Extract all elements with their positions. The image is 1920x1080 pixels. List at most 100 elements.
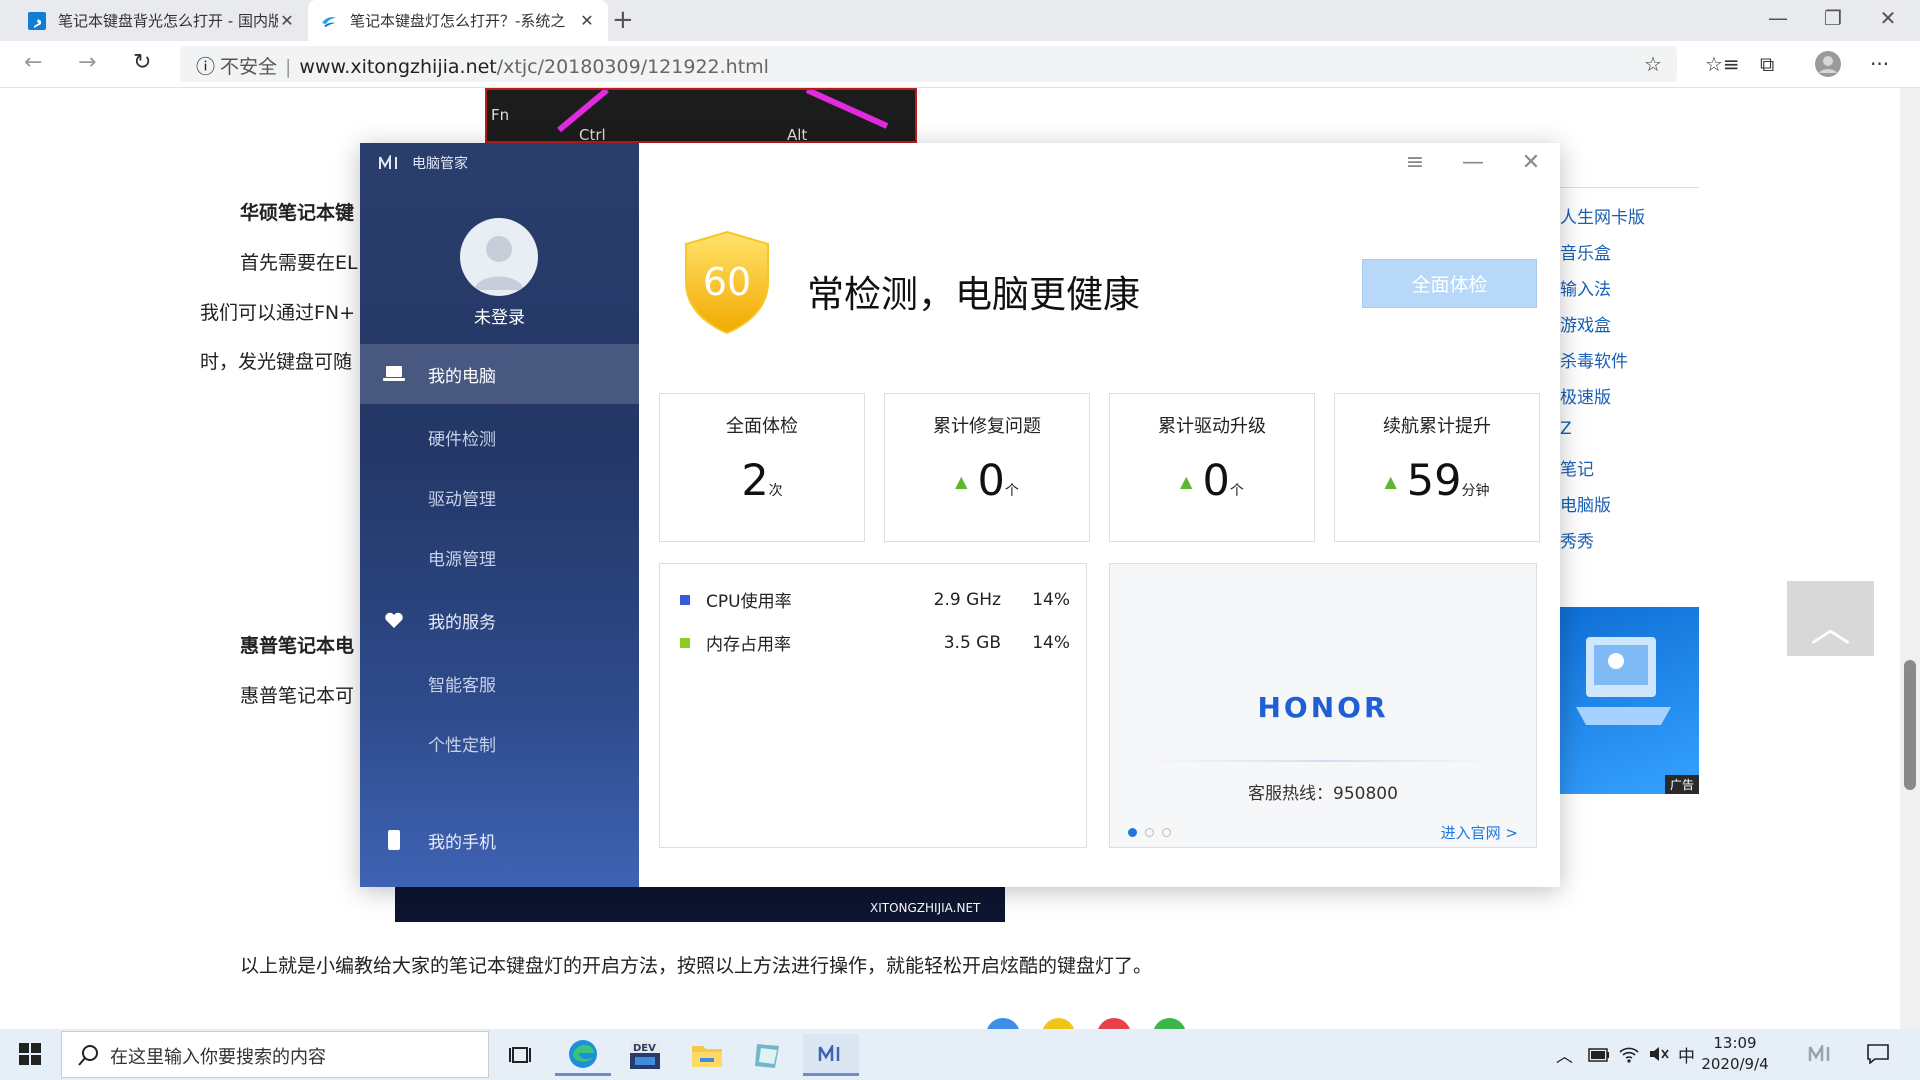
battery-icon[interactable] [1588,1048,1610,1062]
nav-my-computer[interactable]: 我的电脑 [360,344,639,404]
stat-value: 0 [1202,456,1230,506]
carousel-dot[interactable] [1162,828,1171,837]
side-link[interactable]: 音乐盒 [1560,239,1611,264]
laptop-illustration-icon [1576,637,1671,725]
nav-power-management[interactable]: 电源管理 [360,527,639,587]
url-display[interactable]: 不安全 | www.xitongzhijia.net/xtjc/20180309/1… [220,52,769,79]
profile-avatar-icon[interactable] [1814,50,1842,78]
cpu-usage-row: CPU使用率 2.9 GHz 14% [680,587,1070,612]
window-close-button[interactable]: ✕ [1870,6,1906,30]
side-link[interactable]: 秀秀 [1560,527,1594,552]
side-link[interactable]: 杀毒软件 [1560,347,1628,372]
official-site-link[interactable]: 进入官网 > [1441,822,1518,843]
honor-logo-icon [379,155,397,169]
nav-personalization[interactable]: 个性定制 [360,713,639,773]
show-hidden-icons-chevron[interactable]: ︿ [1556,1042,1573,1067]
menu-icon[interactable]: ≡ [1400,150,1430,175]
taskbar-app-explorer[interactable] [679,1034,735,1076]
nav-my-services[interactable]: 我的服务 [360,590,639,650]
refresh-button[interactable]: ↻ [133,50,151,75]
close-icon[interactable]: ✕ [1516,150,1546,175]
taskbar-app-notebook[interactable] [741,1034,797,1076]
stat-label: 续航累计提升 [1383,416,1491,437]
minimize-icon[interactable]: — [1458,150,1488,175]
favorites-list-icon[interactable]: ☆≡ [1705,52,1740,76]
carousel-dot[interactable] [1128,828,1137,837]
browser-tab-2[interactable]: 笔记本键盘灯怎么打开？-系统之 ✕ [308,0,608,41]
user-avatar[interactable] [460,218,538,296]
pc-manager-sidebar: 电脑管家 未登录 我的电脑 硬件检测 驱动管理 电源管理 我的服务 智能客服 个… [360,143,639,887]
window-minimize-button[interactable]: — [1760,6,1796,30]
article-conclusion: 以上就是小编教给大家的笔记本键盘灯的开启方法，按照以上方法进行操作，就能轻松开启… [240,955,1153,977]
close-tab-icon[interactable]: ✕ [278,11,296,30]
more-menu-icon[interactable]: ··· [1870,52,1889,76]
arrow-annotation-icon [805,90,889,129]
close-tab-icon[interactable]: ✕ [578,11,596,30]
stat-card-full-check: 全面体检 2次 [659,393,865,542]
taskbar-app-edge[interactable] [555,1034,611,1076]
taskbar-search-box[interactable]: 在这里输入你要搜索的内容 [61,1031,489,1078]
side-link[interactable]: 游戏盒 [1560,311,1611,336]
search-icon [78,1045,98,1066]
side-link[interactable]: 电脑版 [1560,491,1611,516]
info-icon[interactable]: ⓘ [196,52,215,79]
new-tab-button[interactable]: + [612,5,634,35]
full-check-button[interactable]: 全面体检 [1362,259,1537,308]
nav-hardware-check[interactable]: 硬件检测 [360,407,639,467]
notification-center-icon[interactable] [1867,1044,1889,1064]
stat-label: 累计驱动升级 [1158,416,1266,437]
user-name[interactable]: 未登录 [360,303,639,328]
window-restore-button[interactable]: ❐ [1815,6,1851,30]
favorite-star-icon[interactable]: ☆ [1644,52,1662,76]
metric-value: 2.9 GHz [933,589,1001,610]
page-scrollbar[interactable] [1900,88,1920,1029]
divider [1150,760,1498,762]
wifi-icon[interactable] [1618,1044,1640,1064]
taskbar-app-pc-manager[interactable] [803,1034,859,1076]
side-link[interactable]: Z [1560,419,1572,439]
nav-driver-management[interactable]: 驱动管理 [360,467,639,527]
article-paragraph: 惠普笔记本可 [240,685,355,707]
stat-card-repaired: 累计修复问题 ▲ 0个 [884,393,1090,542]
folder-icon [692,1046,722,1067]
task-view-button[interactable] [492,1034,548,1076]
carousel-dots [1128,828,1171,837]
stat-card-driver-upgrades: 累计驱动升级 ▲ 0个 [1109,393,1315,542]
side-link[interactable]: 极速版 [1560,383,1611,408]
back-button[interactable]: ← [24,50,42,75]
ad-banner[interactable]: 广告 [1560,607,1699,794]
keyboard-image: Fn Ctrl Alt [485,88,917,144]
collections-icon[interactable]: ⧉ [1760,52,1774,76]
svg-text:DEV: DEV [633,1043,656,1054]
key-fn: Fn [491,106,510,124]
ime-indicator[interactable]: 中 [1678,1042,1695,1067]
nav-smart-service[interactable]: 智能客服 [360,653,639,713]
forward-button[interactable]: → [78,50,96,75]
metric-name: CPU使用率 [706,592,792,612]
side-link[interactable]: 输入法 [1560,275,1611,300]
stat-value: 0 [977,456,1005,506]
stat-value: 59 [1406,456,1462,506]
memory-usage-row: 内存占用率 3.5 GB 14% [680,630,1070,655]
article-paragraph: 时，发光键盘可随 [200,351,353,373]
promo-banner[interactable]: HONOR 客服热线：950800 进入官网 > [1109,563,1537,848]
scrollbar-thumb[interactable] [1904,660,1916,790]
taskbar-clock[interactable]: 13:09 2020/9/4 [1700,1033,1770,1075]
windows-start-icon[interactable] [19,1043,41,1065]
taskbar-app-devcpp[interactable]: DEV [617,1034,673,1076]
pc-manager-tray-icon[interactable] [1808,1045,1834,1063]
browser-tab-1[interactable]: 笔记本键盘背光怎么打开 - 国内版 ✕ [16,0,308,41]
back-to-top-button[interactable]: ︿ [1787,581,1874,656]
nav-my-phone[interactable]: 我的手机 [360,810,639,870]
side-link[interactable]: 人生网卡版 [1560,203,1645,228]
ad-label: 广告 [1664,775,1699,794]
memory-legend-square [680,637,690,648]
tab-title: 笔记本键盘背光怎么打开 - 国内版 [58,12,278,30]
stat-label: 累计修复问题 [933,416,1041,437]
speaker-muted-icon[interactable] [1648,1045,1670,1063]
side-link[interactable]: 笔记 [1560,455,1594,480]
carousel-dot[interactable] [1145,828,1154,837]
security-label: 不安全 [220,56,278,78]
task-view-icon [509,1047,531,1063]
stat-value: 2 [741,456,769,506]
